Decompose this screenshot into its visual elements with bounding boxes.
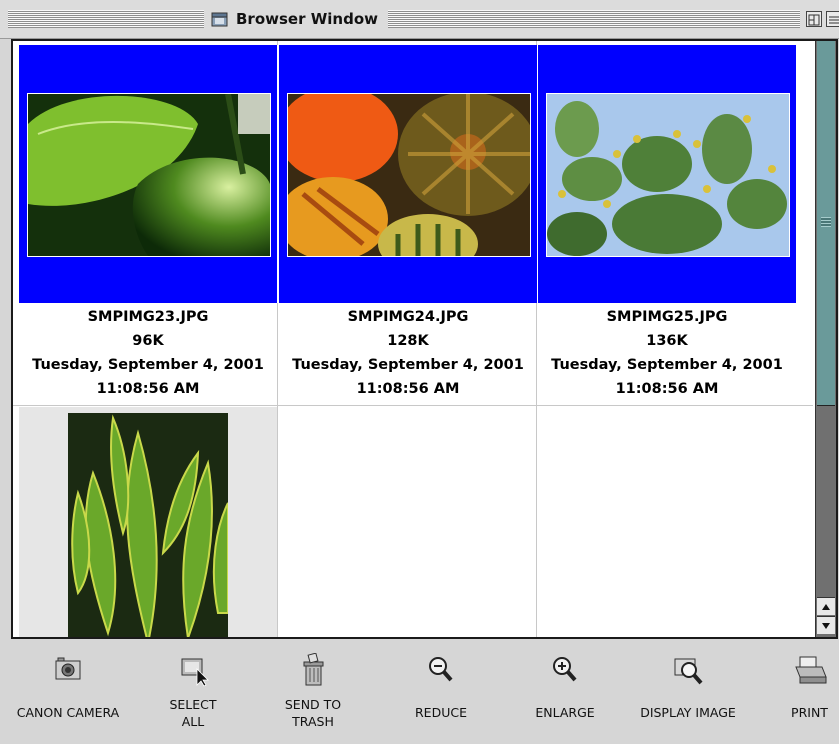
enlarge-button[interactable]: ENLARGE: [520, 643, 610, 743]
image-size: 136K: [646, 333, 688, 349]
image-date: Tuesday, September 4, 2001: [292, 357, 524, 373]
display-image-label: DISPLAY IMAGE: [640, 705, 736, 720]
image-date: Tuesday, September 4, 2001: [32, 357, 264, 373]
image-time: 11:08:56 AM: [356, 381, 460, 397]
toolbar: CANON CAMERA SELECT ALL SEND TO TRASH RE…: [0, 643, 839, 744]
display-image-icon: [670, 653, 706, 687]
image-time: 11:08:56 AM: [615, 381, 719, 397]
zoom-out-icon: [423, 653, 459, 687]
thumbnail-image[interactable]: [68, 413, 228, 637]
camera-icon: [50, 653, 86, 687]
canon-camera-button[interactable]: CANON CAMERA: [8, 643, 128, 743]
printer-icon: [792, 653, 828, 687]
scroll-thumb[interactable]: [817, 41, 835, 406]
image-info: SMPIMG23.JPG 96K Tuesday, September 4, 2…: [13, 305, 283, 401]
image-info: SMPIMG25.JPG 136K Tuesday, September 4, …: [532, 305, 802, 401]
thumbnail-image[interactable]: [287, 93, 531, 257]
scroll-up-arrow[interactable]: [817, 597, 835, 615]
thumbnail-image[interactable]: [27, 93, 271, 257]
trash-can-icon: [295, 652, 331, 687]
print-button[interactable]: PRINT: [780, 643, 839, 743]
title-bar-stripes-right: [388, 10, 800, 28]
image-filename: SMPIMG23.JPG: [87, 309, 209, 325]
image-info: SMPIMG24.JPG 128K Tuesday, September 4, …: [273, 305, 543, 401]
thumbnail-frame: [19, 407, 277, 637]
enlarge-label: ENLARGE: [535, 705, 595, 720]
display-image-button[interactable]: DISPLAY IMAGE: [628, 643, 748, 743]
scroll-grip: [821, 217, 831, 227]
reduce-button[interactable]: REDUCE: [396, 643, 486, 743]
image-browser-pane[interactable]: SMPIMG23.JPG 96K Tuesday, September 4, 2…: [11, 39, 838, 639]
folder-window-icon: [210, 9, 230, 29]
selection-highlight: [538, 45, 797, 303]
image-filename: SMPIMG24.JPG: [347, 309, 469, 325]
image-filename: SMPIMG25.JPG: [606, 309, 728, 325]
collapse-box-button[interactable]: [826, 11, 839, 27]
select-all-cursor-icon: [175, 653, 211, 687]
window-title: Browser Window: [206, 8, 384, 30]
image-size: 96K: [132, 333, 164, 349]
image-date: Tuesday, September 4, 2001: [551, 357, 783, 373]
image-size: 128K: [387, 333, 429, 349]
selection-highlight: [19, 45, 278, 303]
thumbnail-image[interactable]: [546, 93, 790, 257]
select-all-button[interactable]: SELECT ALL: [148, 643, 238, 743]
send-to-trash-label: SEND TO TRASH: [284, 697, 342, 729]
title-bar[interactable]: Browser Window: [0, 0, 839, 39]
canon-camera-label: CANON CAMERA: [16, 705, 120, 720]
selection-highlight: [279, 45, 538, 303]
send-to-trash-button[interactable]: SEND TO TRASH: [268, 643, 358, 743]
zoom-in-icon: [547, 653, 583, 687]
zoom-box-button[interactable]: [806, 11, 822, 27]
scroll-down-arrow[interactable]: [817, 616, 835, 634]
title-bar-stripes: [8, 10, 204, 28]
reduce-label: REDUCE: [415, 705, 467, 720]
image-time: 11:08:56 AM: [96, 381, 200, 397]
vertical-scrollbar[interactable]: [815, 41, 836, 637]
select-all-label: SELECT ALL: [169, 697, 217, 729]
window-title-text: Browser Window: [236, 10, 378, 28]
print-label: PRINT: [791, 705, 828, 720]
grid-divider: [13, 405, 813, 406]
